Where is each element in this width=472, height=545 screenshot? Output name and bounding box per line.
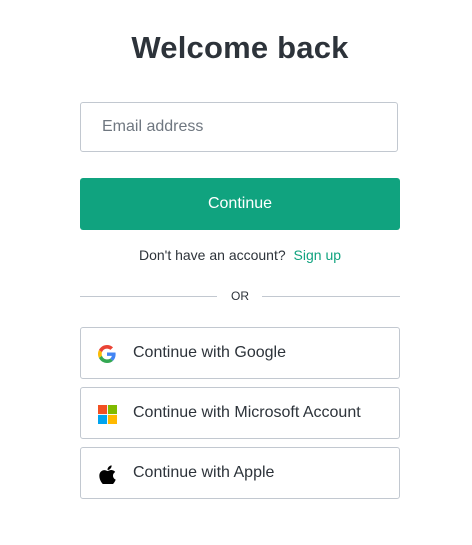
microsoft-button-label: Continue with Microsoft Account bbox=[133, 404, 361, 421]
page-title: Welcome back bbox=[131, 30, 349, 65]
apple-icon bbox=[97, 464, 117, 484]
sign-up-link[interactable]: Sign up bbox=[294, 247, 341, 263]
divider-or-label: OR bbox=[231, 289, 249, 303]
continue-with-microsoft-button[interactable]: Continue with Microsoft Account bbox=[80, 387, 400, 439]
signup-prompt: Don't have an account? bbox=[138, 247, 286, 263]
continue-with-apple-button[interactable]: Continue with Apple bbox=[80, 447, 400, 499]
continue-button[interactable]: Continue bbox=[80, 178, 400, 230]
signup-row: Don't have an account? Sign up bbox=[0, 247, 472, 263]
google-button-label: Continue with Google bbox=[133, 344, 286, 361]
email-input[interactable] bbox=[81, 103, 397, 151]
microsoft-icon bbox=[97, 404, 117, 424]
google-icon bbox=[97, 344, 117, 364]
divider-line-left bbox=[80, 296, 217, 297]
email-field[interactable] bbox=[80, 102, 398, 152]
apple-button-label: Continue with Apple bbox=[133, 464, 275, 481]
divider-line-right bbox=[262, 296, 400, 297]
continue-with-google-button[interactable]: Continue with Google bbox=[80, 327, 400, 379]
